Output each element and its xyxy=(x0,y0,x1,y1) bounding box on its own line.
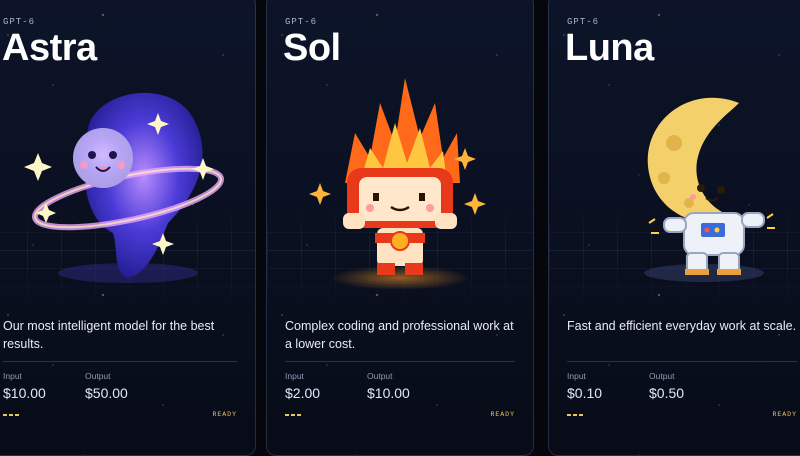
model-family-label: GPT-6 xyxy=(285,17,318,27)
output-label: Output xyxy=(649,371,675,381)
divider xyxy=(285,361,515,362)
input-price: $2.00 xyxy=(285,385,321,401)
status-bar xyxy=(3,414,21,416)
galaxy-mascot-icon xyxy=(24,92,225,283)
model-card-astra[interactable]: GPT-6 Astra Our most intelligent model f… xyxy=(0,0,256,456)
output-price: $10.00 xyxy=(367,385,410,401)
input-label: Input xyxy=(285,371,304,381)
moon-mascot-icon xyxy=(644,97,775,282)
status-ready-label: READY xyxy=(212,411,237,418)
input-label: Input xyxy=(567,371,586,381)
input-label: Input xyxy=(3,371,22,381)
output-label: Output xyxy=(85,371,111,381)
model-card-luna[interactable]: GPT-6 Luna Fast and efficient everyday w… xyxy=(548,0,800,456)
divider xyxy=(567,361,797,362)
model-description: Our most intelligent model for the best … xyxy=(3,319,215,351)
model-family-label: GPT-6 xyxy=(567,17,600,27)
model-name: Astra xyxy=(2,27,97,69)
model-card-sol[interactable]: GPT-6 Sol Complex coding and professiona… xyxy=(266,0,534,456)
status-bar xyxy=(285,414,303,416)
output-label: Output xyxy=(367,371,393,381)
model-description: Complex coding and professional work at … xyxy=(285,319,514,351)
status-ready-label: READY xyxy=(490,411,515,418)
divider xyxy=(3,361,237,362)
model-name: Sol xyxy=(283,27,341,69)
input-price: $10.00 xyxy=(3,385,46,401)
output-price: $0.50 xyxy=(649,385,685,401)
status-bar xyxy=(567,414,585,416)
model-description: Fast and efficient everyday work at scal… xyxy=(567,319,797,333)
model-name: Luna xyxy=(565,27,654,69)
input-price: $0.10 xyxy=(567,385,603,401)
status-ready-label: READY xyxy=(772,411,797,418)
model-family-label: GPT-6 xyxy=(3,17,36,27)
output-price: $50.00 xyxy=(85,385,128,401)
sun-mascot-icon xyxy=(309,78,486,290)
